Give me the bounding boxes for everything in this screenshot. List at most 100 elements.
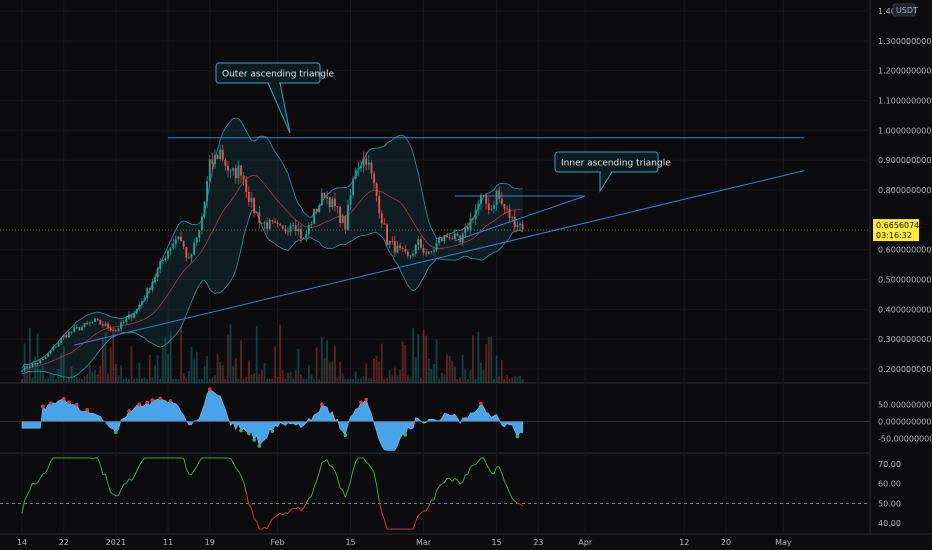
time-tick-label: 22 [59,538,69,547]
time-tick-label: 2021 [106,538,126,547]
volume-bar [474,378,477,383]
candle-body [313,208,315,224]
candle-body [161,259,164,262]
volume-bar [146,378,149,383]
candle-body [83,323,86,327]
momentum-axis[interactable]: 50.0000000000 0.0000000000 -50.0000000000 [878,400,932,443]
candle-body [221,149,224,160]
volume-bar [406,375,409,383]
volume-bar [109,347,112,383]
volume-bar [91,371,94,383]
candle-body [508,209,511,218]
volume-bar [378,361,381,383]
volume-bar [253,373,255,383]
candle-body [148,288,151,291]
candle-body [276,222,279,225]
volume-bar [201,378,203,383]
volume-bar [386,377,388,383]
time-tick-label: Apr [578,538,593,547]
momentum-trough-dot [252,438,256,442]
candle-body [36,362,39,364]
candle-body [141,300,143,305]
chart-canvas[interactable]: Outer ascending triangle Inner ascending… [0,0,932,550]
candle-body [513,216,516,228]
price-tick-label: 1.1000000000 [878,97,932,106]
momentum-peak-dot [158,396,162,401]
candle-body [143,298,146,301]
candle-body [169,248,172,251]
volume-bar [513,376,516,383]
candle-body [70,331,73,333]
candle-body [386,224,388,245]
candle-body [500,198,503,205]
candle-body [320,192,323,206]
volume-bar [453,366,456,383]
candle-body [245,179,248,193]
candle-body [237,165,240,179]
momentum-trough-dot [247,431,251,436]
candle-body [318,205,321,213]
volume-bar [326,340,328,383]
candle-body [104,323,107,326]
volume-bar [456,379,459,383]
candle-body [232,167,235,171]
volume-bar [237,378,240,383]
candle-body [127,314,130,319]
candle-body [396,245,399,253]
candle-body [307,225,310,235]
volume-bar [135,378,138,383]
candle-body [253,198,255,214]
price-tick-label: 1.0000000000 [878,126,932,135]
volume-bar [427,359,430,383]
price-tick-label: 0.9000000000 [878,156,932,165]
candle-body [328,196,331,208]
volume-bar [425,335,428,383]
time-tick-label: 23 [533,538,543,547]
candle-body [198,230,201,238]
volume-bar [297,348,300,383]
volume-bar [151,377,154,383]
momentum-peak-dot [74,402,79,407]
volume-bar [255,326,258,383]
volume-bar [477,331,480,383]
volume-bar [300,374,302,383]
volume-bar [472,335,475,383]
volume-bar [498,376,501,383]
volume-bar [133,378,136,383]
candle-body [135,308,138,314]
candle-body [333,198,336,207]
candle-body [466,226,469,230]
candle-body [279,224,282,226]
volume-bar [138,362,141,383]
candle-body [498,190,501,199]
candle-body [323,192,326,199]
candle-body [88,322,91,324]
volume-bar [125,377,128,383]
volume-bar [284,378,287,383]
candle-body [354,169,357,179]
candle-body [414,244,417,254]
candle-body [360,166,362,169]
volume-bar [75,377,78,383]
candle-body [420,239,422,248]
momentum-tick-label: 50.0000000000 [878,400,932,409]
volume-bar [420,378,422,383]
volume-bar [287,372,289,383]
candle-body [41,358,44,361]
volume-bar [88,364,91,383]
candle-body [289,225,292,232]
currency-badge[interactable]: USDT [892,3,918,17]
volume-bar [393,367,396,383]
volume-bar [187,371,190,383]
candle-body [506,208,508,210]
volume-bar [245,376,248,383]
volume-bar [347,378,349,383]
candle-body [446,235,448,238]
momentum-peak-dot [137,402,142,407]
momentum-peak-dot [85,408,89,412]
momentum-trough-dot [239,428,243,433]
volume-bar [208,378,211,383]
volume-bar [521,378,524,383]
candle-body [472,218,475,220]
volume-bar [224,378,227,383]
